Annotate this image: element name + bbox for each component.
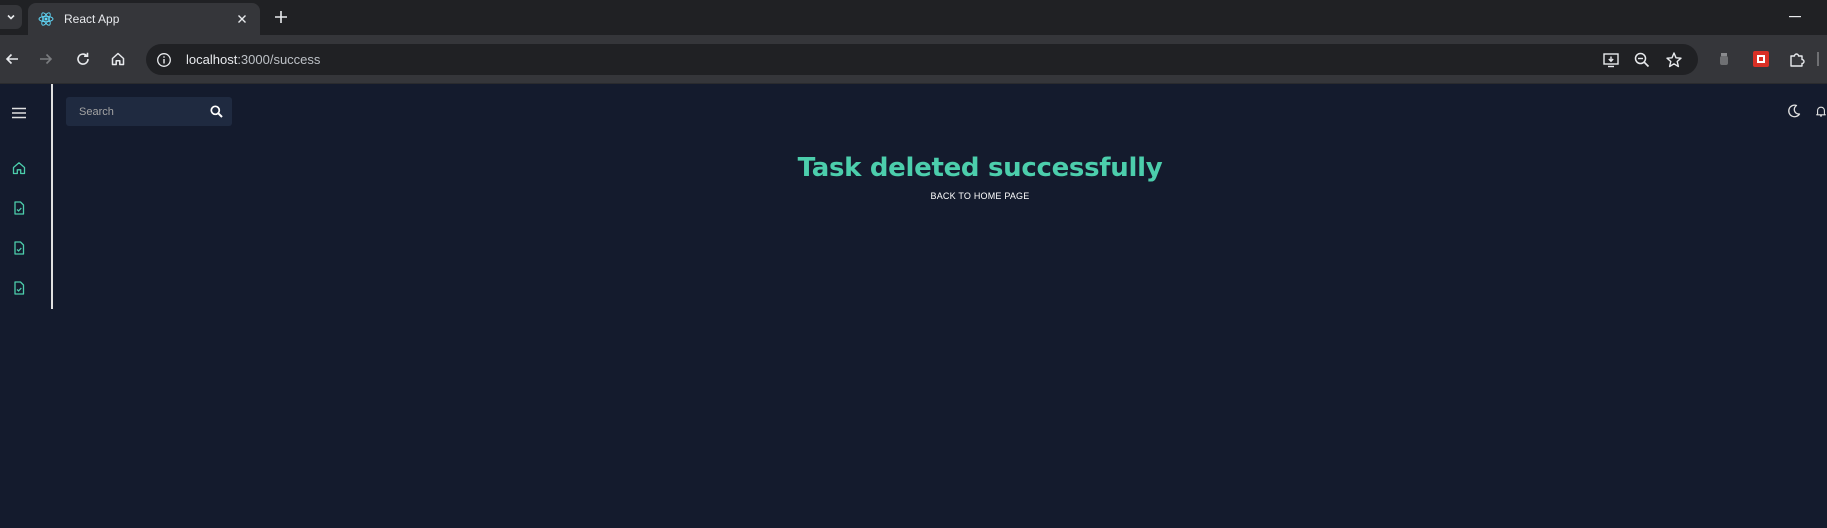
search-box (66, 97, 232, 126)
react-logo-icon (38, 11, 54, 27)
home-icon[interactable] (108, 49, 128, 69)
new-tab-plus-icon[interactable] (272, 8, 290, 26)
browser-tab-strip: React App (0, 0, 1827, 35)
forward-arrow-icon[interactable] (36, 49, 56, 69)
install-app-icon[interactable] (1602, 51, 1620, 69)
url-path: :3000/success (237, 52, 321, 67)
back-arrow-icon[interactable] (2, 49, 22, 69)
sidebar-task-icon[interactable] (10, 279, 28, 297)
extension-red-icon[interactable] (1751, 49, 1771, 69)
tab-title: React App (64, 12, 120, 26)
sidebar-task-icon[interactable] (10, 199, 28, 217)
notifications-bell-icon[interactable] (1815, 102, 1827, 120)
browser-tab-active[interactable]: React App (28, 3, 260, 35)
success-title: Task deleted successfully (797, 153, 1163, 183)
browser-toolbar: localhost:3000/success (0, 35, 1827, 84)
chevron-down-icon (7, 14, 15, 20)
menu-icon[interactable] (9, 103, 29, 123)
zoom-icon[interactable] (1633, 51, 1651, 69)
tab-search-button[interactable] (0, 5, 22, 29)
tab-close-icon[interactable] (234, 11, 250, 27)
sidebar (0, 84, 53, 309)
app-root: Task deleted successfully BACK TO HOME P… (0, 84, 1827, 528)
address-bar[interactable]: localhost:3000/success (146, 44, 1698, 75)
success-message-panel: Task deleted successfully BACK TO HOME P… (780, 153, 1180, 204)
window-minimize-icon[interactable] (1785, 8, 1805, 26)
dark-mode-moon-icon[interactable] (1785, 102, 1803, 120)
address-url: localhost:3000/success (186, 52, 320, 67)
url-host: localhost (186, 52, 238, 67)
extension-dropper-icon[interactable] (1714, 49, 1734, 69)
extensions-puzzle-icon[interactable] (1787, 49, 1807, 69)
sidebar-task-icon[interactable] (10, 239, 28, 257)
bookmark-star-icon[interactable] (1665, 51, 1683, 69)
site-info-icon[interactable] (156, 52, 172, 68)
search-icon[interactable] (208, 103, 224, 119)
search-input[interactable] (79, 105, 199, 118)
back-to-home-link[interactable]: BACK TO HOME PAGE (931, 191, 1030, 201)
sidebar-home-icon[interactable] (10, 159, 28, 177)
profile-edge-icon[interactable] (1812, 49, 1826, 69)
reload-icon[interactable] (73, 49, 93, 69)
